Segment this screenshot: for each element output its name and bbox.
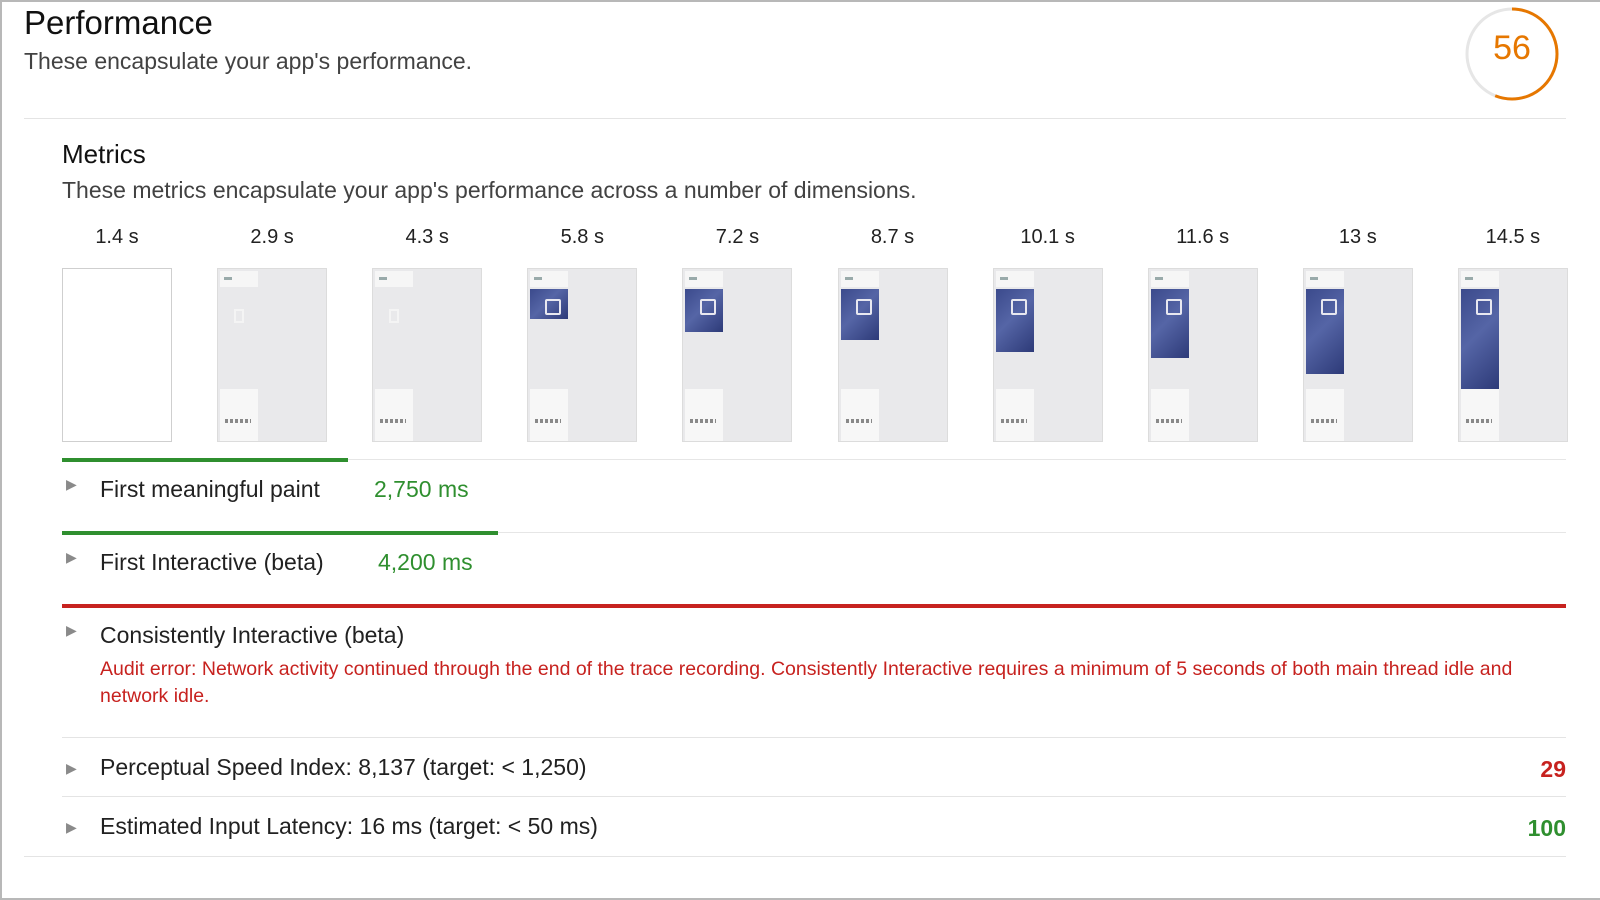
- thumb-footer: [530, 389, 569, 441]
- thumb-header: [220, 271, 259, 287]
- section-divider: [24, 118, 1566, 119]
- audit-row-estimated-input-latency[interactable]: ▶ Estimated Input Latency: 16 ms (target…: [62, 797, 1566, 855]
- frame-thumbnail: [682, 268, 793, 442]
- filmstrip-frame: 8.7 s: [837, 226, 948, 442]
- row-divider: [24, 856, 1566, 857]
- thumb-hero-image: [1305, 289, 1344, 374]
- thumb-hero-image: [685, 289, 724, 332]
- frame-timestamp: 7.2 s: [715, 226, 760, 248]
- thumb-hero-image: [995, 289, 1034, 352]
- audit-label: Estimated Input Latency: 16 ms (target: …: [100, 813, 598, 839]
- audit-score: 100: [1527, 815, 1566, 841]
- filmstrip-frame: 14.5 s: [1457, 226, 1568, 442]
- filmstrip-frame: 7.2 s: [682, 226, 793, 442]
- thumb-hero-image: [1150, 289, 1189, 358]
- frame-timestamp: 14.5 s: [1485, 226, 1541, 248]
- thumb-footer: [1305, 389, 1344, 441]
- metric-bar-consistently-interactive: [62, 604, 1566, 608]
- frame-thumbnail: [1302, 268, 1413, 442]
- metric-row-consistently-interactive[interactable]: ▶ Consistently Interactive (beta) Audit …: [62, 604, 1566, 734]
- frame-timestamp: 8.7 s: [870, 226, 915, 248]
- filmstrip-frame: 5.8 s: [527, 226, 638, 442]
- metrics-description: These metrics encapsulate your app's per…: [62, 177, 917, 203]
- frame-thumbnail: [372, 268, 483, 442]
- frame-thumbnail: [217, 268, 328, 442]
- frame-timestamp: 13 s: [1338, 226, 1377, 248]
- thumb-footer: [685, 389, 724, 441]
- metric-bar-first-interactive: [62, 531, 499, 535]
- thumb-header: [375, 271, 414, 287]
- triangle-right-icon[interactable]: ▶: [66, 476, 77, 493]
- thumb-header: [995, 271, 1034, 287]
- thumb-hero-image: [1460, 289, 1499, 389]
- triangle-right-icon[interactable]: ▶: [66, 622, 77, 639]
- frame-thumbnail: [1457, 268, 1568, 442]
- metric-row-first-meaningful-paint[interactable]: ▶ First meaningful paint 2,750 ms: [62, 458, 1566, 530]
- frame-timestamp: 1.4 s: [95, 226, 139, 248]
- thumb-footer: [1150, 389, 1189, 441]
- metric-label: First meaningful paint: [100, 476, 320, 502]
- thumb-footer: [375, 389, 414, 441]
- frame-thumbnail: [992, 268, 1103, 442]
- thumb-header: [685, 271, 724, 287]
- thumb-footer: [995, 389, 1034, 441]
- metric-label: First Interactive (beta): [100, 549, 324, 575]
- filmstrip-frame: 13 s: [1302, 226, 1413, 442]
- audit-error-message: Audit error: Network activity continued …: [100, 658, 1513, 707]
- filmstrip: 1.4 s 2.9 s 4.3 s 5.8 s 7.2 s 8.7 s 10.1 s 11.6…: [62, 226, 1568, 442]
- thumb-header: [530, 271, 569, 287]
- frame-thumbnail: [837, 268, 948, 442]
- thumb-header: [1305, 271, 1344, 287]
- filmstrip-frame: 10.1 s: [992, 226, 1103, 442]
- frame-thumbnail: [1147, 268, 1258, 442]
- score-gauge: 56: [1463, 5, 1561, 103]
- metric-row-first-interactive[interactable]: ▶ First Interactive (beta) 4,200 ms: [62, 531, 1566, 603]
- thumb-header: [1150, 271, 1189, 287]
- thumb-header: [840, 271, 879, 287]
- score-value: 56: [1493, 29, 1531, 67]
- metric-value: 2,750 ms: [374, 476, 469, 502]
- category-title: Performance: [24, 4, 213, 41]
- frame-thumbnail: [62, 268, 172, 442]
- filmstrip-frame: 1.4 s: [62, 226, 172, 442]
- audit-label: Perceptual Speed Index: 8,137 (target: <…: [100, 754, 587, 780]
- filmstrip-frame: 4.3 s: [372, 226, 483, 442]
- thumb-logo: [389, 309, 400, 323]
- frame-thumbnail: [527, 268, 638, 442]
- frame-timestamp: 4.3 s: [405, 226, 449, 248]
- metric-label: Consistently Interactive (beta): [100, 622, 405, 648]
- thumb-footer: [840, 389, 879, 441]
- audit-row-perceptual-speed-index[interactable]: ▶ Perceptual Speed Index: 8,137 (target:…: [62, 738, 1566, 796]
- triangle-right-icon[interactable]: ▶: [66, 549, 77, 566]
- frame-timestamp: 11.6 s: [1176, 226, 1230, 248]
- metric-value: 4,200 ms: [378, 549, 473, 575]
- thumb-footer: [1460, 389, 1499, 441]
- triangle-right-icon[interactable]: ▶: [66, 760, 77, 777]
- frame-timestamp: 10.1 s: [1020, 226, 1075, 248]
- metrics-title: Metrics: [62, 139, 146, 169]
- triangle-right-icon[interactable]: ▶: [66, 819, 77, 836]
- frame-timestamp: 2.9 s: [250, 226, 294, 248]
- thumb-hero-image: [530, 289, 569, 319]
- filmstrip-frame: 2.9 s: [217, 226, 328, 442]
- thumb-header: [1460, 271, 1499, 287]
- filmstrip-frame: 11.6 s: [1147, 226, 1258, 442]
- thumb-hero-image: [840, 289, 879, 340]
- frame-timestamp: 5.8 s: [560, 226, 604, 248]
- audit-score: 29: [1540, 756, 1566, 782]
- metric-bar-first-meaningful-paint: [62, 458, 348, 462]
- category-description: These encapsulate your app's performance…: [24, 48, 473, 74]
- thumb-logo: [234, 309, 245, 323]
- thumb-footer: [220, 389, 259, 441]
